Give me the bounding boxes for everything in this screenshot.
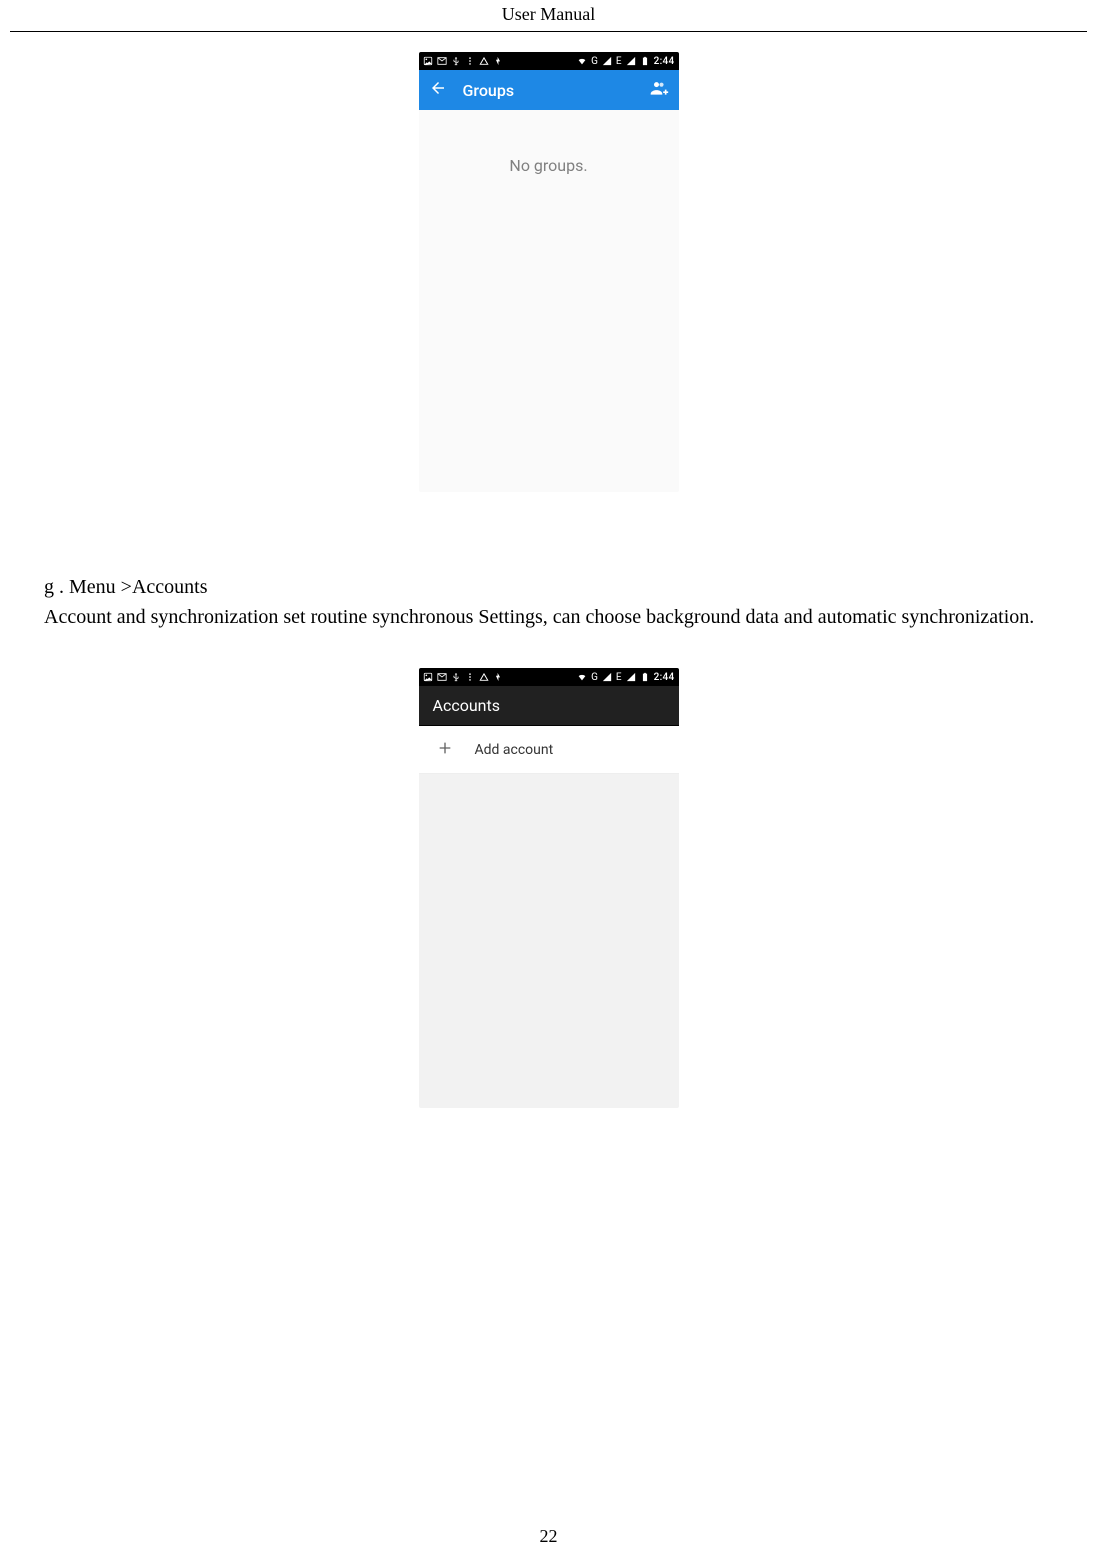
dots-icon [465, 56, 475, 66]
add-group-button[interactable] [649, 78, 669, 102]
back-button[interactable] [429, 79, 447, 101]
group-add-icon [649, 78, 669, 98]
charging-icon [493, 56, 503, 66]
arrow-left-icon [429, 79, 447, 97]
wifi-icon [577, 56, 587, 66]
usb-icon [451, 672, 461, 682]
signal2-icon [626, 672, 636, 682]
usb-icon [451, 56, 461, 66]
battery-icon [640, 56, 650, 66]
header-title: User Manual [502, 4, 595, 24]
status-bar: G E 2:44 [419, 52, 679, 70]
page-content: G E 2:44 Groups No groups. g . Menu >Acc… [0, 32, 1097, 1108]
clock-text: 2:44 [654, 672, 675, 683]
section-heading: g . Menu >Accounts [6, 572, 1091, 602]
signal1-icon [602, 56, 612, 66]
plus-icon [437, 740, 453, 760]
net-e-label: E [616, 672, 622, 683]
status-left [423, 56, 503, 66]
picture-icon [423, 672, 433, 682]
clock-text: 2:44 [654, 56, 675, 67]
accounts-appbar: Accounts [419, 686, 679, 726]
screenshot-groups: G E 2:44 Groups No groups. [419, 52, 679, 492]
warning-icon [479, 672, 489, 682]
screenshot2-wrap: G E 2:44 Accounts Add account [0, 668, 1097, 1108]
status-right-2: G E 2:44 [577, 672, 674, 683]
net-e-label: E [616, 56, 622, 67]
screenshot-accounts: G E 2:44 Accounts Add account [419, 668, 679, 1108]
warning-icon [479, 56, 489, 66]
email-icon [437, 56, 447, 66]
net-g-label: G [591, 56, 598, 67]
add-account-label: Add account [475, 742, 554, 758]
section-body: Account and synchronization set routine … [6, 602, 1091, 632]
charging-icon [493, 672, 503, 682]
status-left-2 [423, 672, 503, 682]
groups-appbar: Groups [419, 70, 679, 110]
page-number: 22 [0, 1526, 1097, 1547]
signal1-icon [602, 672, 612, 682]
wifi-icon [577, 672, 587, 682]
picture-icon [423, 56, 433, 66]
page-header: User Manual [10, 0, 1087, 32]
battery-icon [640, 672, 650, 682]
email-icon [437, 672, 447, 682]
status-right: G E 2:44 [577, 56, 674, 67]
appbar-title: Groups [463, 81, 633, 100]
appbar-title-2: Accounts [433, 696, 500, 715]
empty-state-text: No groups. [419, 110, 679, 175]
net-g-label: G [591, 672, 598, 683]
signal2-icon [626, 56, 636, 66]
dots-icon [465, 672, 475, 682]
add-account-row[interactable]: Add account [419, 726, 679, 774]
status-bar-2: G E 2:44 [419, 668, 679, 686]
document-text: g . Menu >Accounts Account and synchroni… [0, 572, 1097, 632]
